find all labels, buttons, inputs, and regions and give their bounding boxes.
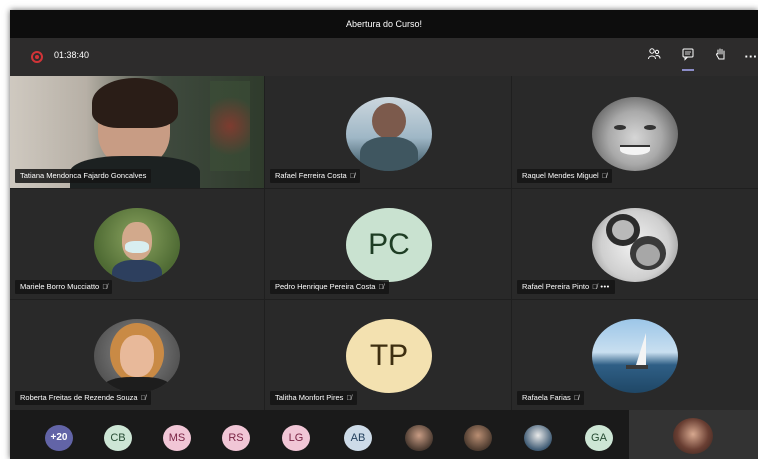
participant-photo-chip[interactable] — [405, 425, 433, 451]
participant-chip[interactable]: GA — [585, 425, 613, 451]
participant-chip[interactable]: LG — [282, 425, 310, 451]
participant-name-label: Talitha Monfort Pires 🎙̸ — [270, 391, 357, 405]
participant-tile-5[interactable]: PC Pedro Henrique Pereira Costa 🎙̸ — [265, 189, 511, 299]
participant-name-label: Rafael Ferreira Costa 🎙̸ — [270, 169, 360, 183]
video-grid: Tatiana Mendonca Fajardo Goncalves Rafae… — [10, 76, 758, 410]
more-participants-button[interactable]: +20 — [45, 425, 73, 451]
more-options-icon[interactable]: ••• — [600, 282, 609, 291]
mic-off-icon: 🎙̸ — [378, 284, 384, 291]
participant-tile-9[interactable]: Rafaela Farias 🎙̸ — [512, 300, 758, 410]
participant-name-label: Rafael Pereira Pinto 🎙̸ ••• — [517, 280, 615, 294]
participant-name: Pedro Henrique Pereira Costa — [275, 282, 376, 291]
participant-name: Talitha Monfort Pires — [275, 393, 344, 402]
participant-avatar — [592, 319, 678, 393]
participant-avatar — [94, 319, 180, 393]
chat-icon[interactable] — [678, 47, 698, 71]
background-plant — [210, 81, 250, 171]
self-view-tile[interactable] — [629, 410, 758, 459]
mic-off-icon: 🎙̸ — [102, 284, 108, 291]
meeting-window: Abertura do Curso! 01:38:40 ··· Tatiana … — [10, 10, 758, 459]
participant-name-label: Mariele Borro Mucciatto 🎙̸ — [15, 280, 113, 294]
participant-name-label: Rafaela Farias 🎙̸ — [517, 391, 585, 405]
participant-photo-chip[interactable] — [524, 425, 552, 451]
participant-avatar — [592, 208, 678, 282]
participant-name: Mariele Borro Mucciatto — [20, 282, 100, 291]
participant-initials-avatar: PC — [346, 208, 432, 282]
mic-off-icon: 🎙̸ — [349, 173, 355, 180]
mic-off-icon: 🎙̸ — [601, 173, 607, 180]
meeting-timer: 01:38:40 — [54, 50, 90, 60]
participant-avatar — [346, 97, 432, 171]
participant-chip[interactable]: AB — [344, 425, 372, 451]
participant-name: Roberta Freitas de Rezende Souza — [20, 393, 138, 402]
participant-tile-6[interactable]: Rafael Pereira Pinto 🎙̸ ••• — [512, 189, 758, 299]
mic-off-icon: 🎙̸ — [573, 395, 580, 402]
participants-icon[interactable] — [644, 47, 664, 67]
participant-name-label: Tatiana Mendonca Fajardo Goncalves — [15, 169, 152, 183]
participant-name-label: Roberta Freitas de Rezende Souza 🎙̸ — [15, 391, 151, 405]
more-actions-icon[interactable]: ··· — [743, 47, 758, 67]
participant-name: Raquel Mendes Miguel — [522, 171, 599, 180]
participant-name: Rafael Pereira Pinto — [522, 282, 590, 291]
participant-tile-7[interactable]: Roberta Freitas de Rezende Souza 🎙̸ — [10, 300, 264, 410]
video-feed-hair — [92, 78, 178, 128]
participant-name-label: Raquel Mendes Miguel 🎙̸ — [517, 169, 612, 183]
participant-chip[interactable]: CB — [104, 425, 132, 451]
participant-tile-4[interactable]: Mariele Borro Mucciatto 🎙̸ — [10, 189, 264, 299]
participant-photo-chip[interactable] — [464, 425, 492, 451]
participant-tile-2[interactable]: Rafael Ferreira Costa 🎙̸ — [265, 76, 511, 188]
mic-off-icon: 🎙̸ — [592, 284, 598, 291]
participant-name: Rafael Ferreira Costa — [275, 171, 347, 180]
recording-indicator-icon — [31, 51, 43, 63]
participant-chip[interactable]: MS — [163, 425, 191, 451]
participant-tile-3[interactable]: Raquel Mendes Miguel 🎙̸ — [512, 76, 758, 188]
mic-off-icon: 🎙̸ — [140, 395, 146, 402]
participant-overflow-strip: +20 CB MS RS LG AB GA — [10, 410, 758, 459]
self-view-avatar — [673, 418, 713, 454]
participant-tile-8[interactable]: TP Talitha Monfort Pires 🎙̸ — [265, 300, 511, 410]
participant-chip[interactable]: RS — [222, 425, 250, 451]
participant-name: Rafaela Farias — [522, 393, 571, 402]
participant-name: Tatiana Mendonca Fajardo Goncalves — [20, 171, 147, 180]
window-title: Abertura do Curso! — [10, 10, 758, 38]
raise-hand-icon[interactable] — [711, 47, 731, 67]
participant-avatar — [592, 97, 678, 171]
participant-avatar — [94, 208, 180, 282]
participant-name-label: Pedro Henrique Pereira Costa 🎙̸ — [270, 280, 389, 294]
meeting-toolbar: 01:38:40 ··· — [10, 38, 758, 76]
participant-tile-1[interactable]: Tatiana Mendonca Fajardo Goncalves — [10, 76, 264, 188]
mic-off-icon: 🎙̸ — [346, 395, 352, 402]
participant-initials-avatar: TP — [346, 319, 432, 393]
